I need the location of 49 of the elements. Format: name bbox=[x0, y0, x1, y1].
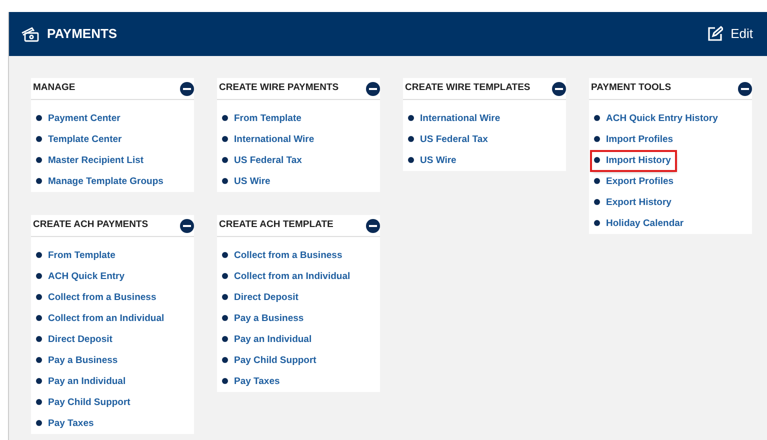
section-title: CREATE ACH PAYMENTS bbox=[33, 218, 148, 232]
menu-link[interactable]: Import Profiles bbox=[592, 131, 678, 150]
menu-link[interactable]: ACH Quick Entry History bbox=[592, 110, 722, 128]
section-title: PAYMENT TOOLS bbox=[591, 81, 672, 96]
menu-link[interactable]: ACH Quick Entry bbox=[34, 268, 129, 286]
collapse-button[interactable] bbox=[738, 82, 752, 96]
menu-link[interactable]: US Federal Tax bbox=[406, 131, 492, 150]
section-title: CREATE WIRE PAYMENTS bbox=[219, 81, 339, 96]
edit-button[interactable]: Edit bbox=[706, 24, 753, 44]
menu-link[interactable]: Pay an Individual bbox=[34, 373, 130, 392]
section-title: CREATE WIRE TEMPLATES bbox=[405, 81, 530, 96]
menu-link[interactable]: Import History bbox=[592, 152, 675, 170]
menu-link[interactable]: Direct Deposit bbox=[34, 331, 116, 350]
edit-icon bbox=[706, 26, 723, 42]
section-title: CREATE ACH TEMPLATE bbox=[219, 218, 334, 232]
payment-icon bbox=[21, 26, 39, 42]
panel-title: PAYMENTS bbox=[47, 25, 118, 44]
menu-link[interactable]: Pay Child Support bbox=[220, 352, 320, 370]
menu-link[interactable]: Master Recipient List bbox=[34, 152, 148, 170]
collapse-button[interactable] bbox=[366, 218, 380, 232]
menu-link[interactable]: Pay a Business bbox=[220, 310, 308, 328]
menu-link[interactable]: Export History bbox=[592, 194, 676, 212]
menu-link[interactable]: US Wire bbox=[406, 152, 460, 170]
collapse-button[interactable] bbox=[180, 82, 194, 96]
menu-link[interactable]: Pay Child Support bbox=[34, 394, 134, 412]
menu-link[interactable]: From Template bbox=[220, 110, 306, 128]
menu-link[interactable]: Export Profiles bbox=[592, 173, 678, 192]
collapse-button[interactable] bbox=[366, 82, 380, 96]
menu-link[interactable]: Collect from an Individual bbox=[220, 268, 354, 286]
menu-link[interactable]: From Template bbox=[34, 247, 120, 266]
menu-link[interactable]: Pay a Business bbox=[34, 352, 122, 370]
menu-link[interactable]: Collect from a Business bbox=[220, 247, 346, 266]
menu-link[interactable]: Pay Taxes bbox=[220, 373, 284, 392]
menu-link[interactable]: International Wire bbox=[220, 131, 318, 150]
section-title: MANAGE bbox=[33, 81, 76, 96]
menu-link[interactable]: International Wire bbox=[406, 110, 504, 128]
menu-link[interactable]: Pay an Individual bbox=[220, 331, 316, 350]
menu-link[interactable]: Template Center bbox=[34, 131, 126, 150]
menu-link[interactable]: US Wire bbox=[220, 173, 274, 192]
collapse-button[interactable] bbox=[180, 218, 194, 232]
menu-link[interactable]: Pay Taxes bbox=[34, 415, 98, 434]
menu-link[interactable]: Payment Center bbox=[34, 110, 124, 128]
menu-link[interactable]: US Federal Tax bbox=[220, 152, 306, 170]
collapse-button[interactable] bbox=[552, 82, 566, 96]
menu-link[interactable]: Holiday Calendar bbox=[592, 215, 688, 234]
menu-link[interactable]: Manage Template Groups bbox=[34, 173, 168, 192]
menu-link[interactable]: Collect from a Business bbox=[34, 289, 160, 308]
menu-link[interactable]: Direct Deposit bbox=[220, 289, 302, 308]
menu-link[interactable]: Collect from an Individual bbox=[34, 310, 168, 328]
